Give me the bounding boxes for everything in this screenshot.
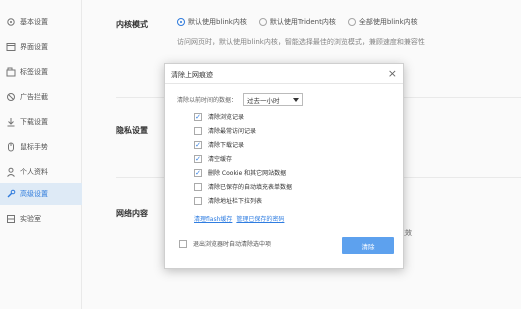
checkbox-checked-icon: ✓ — [194, 154, 202, 163]
checkbox-checked-icon: ✓ — [194, 112, 202, 121]
dialog-header: 清除上网痕迹 × — [165, 64, 403, 84]
option-label: 清除下载记录 — [208, 142, 245, 149]
option-clear-cache[interactable]: ✓ 清空缓存 — [194, 154, 232, 163]
option-clear-address-bar[interactable]: 清除地址栏下拉列表 — [194, 196, 262, 205]
option-delete-cookies[interactable]: ✓ 删除 Cookie 和其它网站数据 — [194, 168, 286, 177]
option-label: 清除地址栏下拉列表 — [208, 198, 263, 205]
option-clear-most-visited[interactable]: 清除最常访问记录 — [194, 126, 256, 135]
time-range-value: 过去一小时 — [247, 96, 280, 105]
clear-browsing-data-dialog: 清除上网痕迹 × 清除以前时间的数据： 过去一小时 ✓ 清除浏览记录 清除最常访… — [164, 63, 404, 269]
option-label: 删除 Cookie 和其它网站数据 — [208, 170, 287, 177]
checkbox-unchecked-icon — [194, 196, 202, 205]
option-label: 清除已保存的自动填充表单数据 — [208, 184, 293, 191]
checkbox-checked-icon: ✓ — [194, 140, 202, 149]
time-range-label: 清除以前时间的数据： — [177, 97, 238, 104]
chevron-down-icon — [293, 98, 300, 102]
option-label: 清除最常访问记录 — [208, 128, 257, 135]
dialog-title: 清除上网痕迹 — [171, 71, 213, 79]
clear-flash-cache-link[interactable]: 清理flash缓存 — [194, 214, 232, 223]
option-label: 清空缓存 — [208, 156, 233, 163]
checkbox-unchecked-icon — [179, 239, 187, 248]
manage-passwords-link[interactable]: 管理已保存的密码 — [236, 214, 284, 223]
checkbox-unchecked-icon — [194, 182, 202, 191]
option-clear-history[interactable]: ✓ 清除浏览记录 — [194, 112, 244, 121]
option-label: 清除浏览记录 — [208, 114, 245, 121]
time-range-select[interactable]: 过去一小时 — [243, 93, 304, 106]
clear-button[interactable]: 清除 — [342, 237, 394, 254]
option-label: 退出浏览器时自动清除选中项 — [193, 241, 272, 248]
checkbox-unchecked-icon — [194, 126, 202, 135]
checkbox-checked-icon: ✓ — [194, 168, 202, 177]
close-icon[interactable]: × — [388, 67, 397, 80]
auto-clear-on-exit[interactable]: 退出浏览器时自动清除选中项 — [179, 239, 271, 248]
dialog-links: 清理flash缓存 管理已保存的密码 — [194, 214, 284, 223]
option-clear-autofill[interactable]: 清除已保存的自动填充表单数据 — [194, 182, 292, 191]
time-range-row: 清除以前时间的数据： 过去一小时 — [177, 93, 304, 106]
option-clear-downloads[interactable]: ✓ 清除下载记录 — [194, 140, 244, 149]
